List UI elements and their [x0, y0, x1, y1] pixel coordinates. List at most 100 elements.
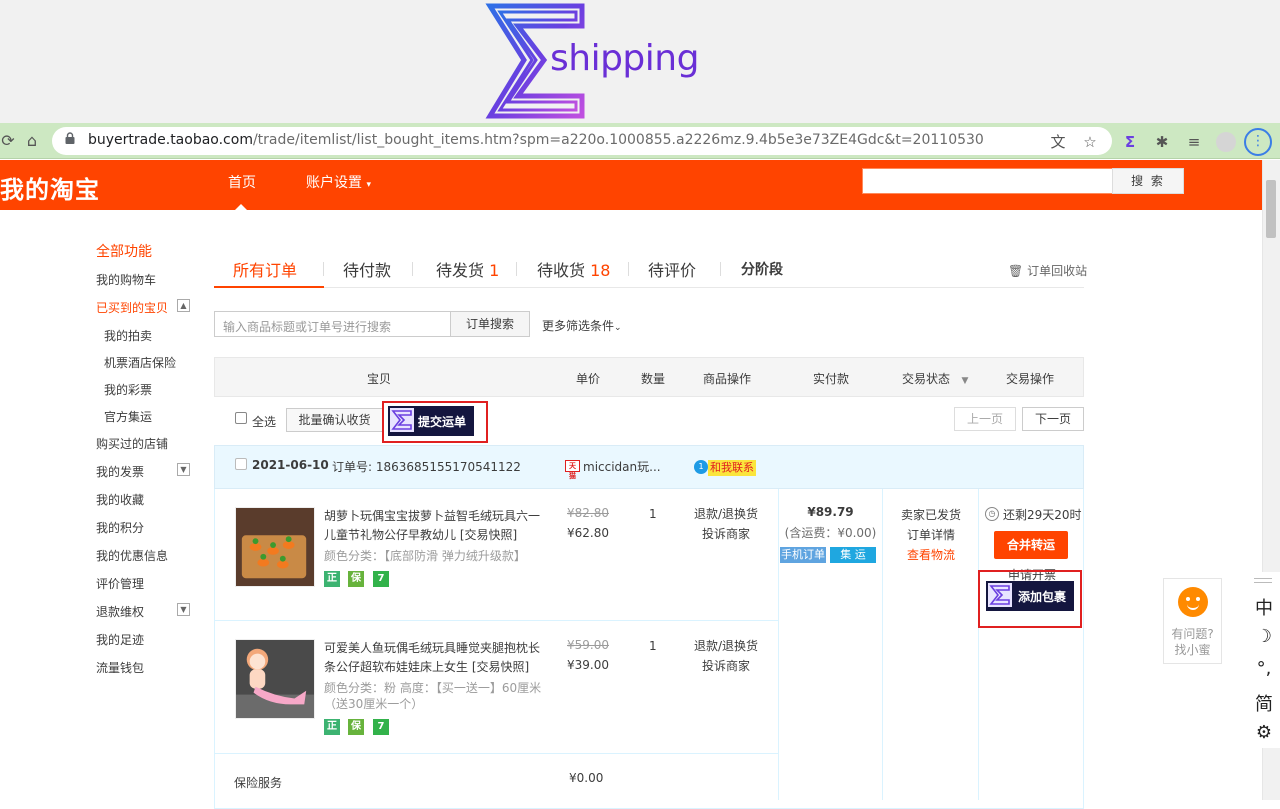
merge-forward-button[interactable]: 合并转运	[994, 531, 1068, 559]
col-item: 宝贝	[367, 372, 392, 386]
genuine-badge-icon[interactable]: 正	[324, 571, 340, 587]
seven-day-return-icon[interactable]: 7	[373, 571, 389, 587]
profile-avatar-icon[interactable]	[1216, 132, 1236, 152]
sidebar-item-footprints[interactable]: 我的足迹	[96, 631, 144, 648]
time-remaining: 还剩29天20时	[1003, 508, 1082, 522]
sidebar-item-invoices[interactable]: 我的发票	[96, 463, 144, 480]
sidebar-item-coupons[interactable]: 我的优惠信息	[96, 547, 168, 564]
translate-icon[interactable]: 文	[1048, 132, 1068, 152]
ime-chinese-mode-icon[interactable]: 中	[1248, 594, 1280, 620]
complain-link[interactable]: 投诉商家	[686, 524, 766, 544]
scrollbar-thumb[interactable]	[1266, 180, 1276, 238]
sidebar-item-refunds[interactable]: 退款维权	[96, 603, 144, 620]
sidebar-item-points[interactable]: 我的积分	[96, 519, 144, 536]
order-search-button[interactable]: 订单搜索	[450, 311, 530, 337]
order-detail-link[interactable]: 订单详情	[884, 526, 978, 543]
shop-name-link[interactable]: miccidan玩...	[583, 458, 661, 475]
help-line-1: 有问题?	[1171, 627, 1214, 641]
original-price: ¥82.80	[567, 506, 609, 520]
ime-grip[interactable]	[1254, 582, 1272, 583]
contact-seller-button[interactable]: 和我联系	[708, 460, 756, 476]
ime-half-width-icon[interactable]: ☽	[1248, 626, 1280, 647]
mobile-order-tag[interactable]: 手机订单	[780, 547, 826, 563]
tab-pending-shipment[interactable]: 待发货 1	[436, 257, 499, 281]
insurance-price: ¥0.00	[569, 771, 604, 785]
product-image-carrot-toy[interactable]	[235, 507, 315, 587]
url-text[interactable]: buyertrade.taobao.com/trade/itemlist/lis…	[88, 132, 984, 148]
assistant-avatar-icon[interactable]	[1178, 587, 1208, 617]
sidebar-item-cart[interactable]: 我的购物车	[96, 271, 156, 288]
extensions-puzzle-icon[interactable]: ✱	[1152, 132, 1172, 152]
collapse-arrow-icon[interactable]: ▲	[177, 299, 190, 312]
shipping-extension-icon[interactable]: Σ	[1120, 132, 1140, 152]
select-all-label[interactable]: 全选	[252, 413, 276, 430]
guarantee-badge-icon[interactable]: 保	[348, 719, 364, 735]
ime-settings-gear-icon[interactable]: ⚙	[1248, 722, 1280, 743]
refund-link[interactable]: 退款/退换货	[686, 636, 766, 656]
url-host: buyertrade.taobao.com	[88, 132, 253, 148]
help-text[interactable]: 有问题? 找小蜜	[1163, 626, 1222, 658]
chat-icon[interactable]: 1	[694, 460, 708, 474]
ime-grip[interactable]	[1254, 578, 1272, 579]
lock-icon[interactable]	[64, 132, 76, 144]
tab-pending-review[interactable]: 待评价	[648, 257, 696, 281]
sidebar-item-reviews[interactable]: 评价管理	[96, 575, 144, 592]
prev-page-button[interactable]: 上一页	[954, 407, 1016, 431]
order-total: ¥89.79	[807, 505, 854, 519]
browser-menu-icon[interactable]: ⋮	[1244, 128, 1272, 156]
complain-link[interactable]: 投诉商家	[686, 656, 766, 676]
tab-installment[interactable]: 分阶段	[741, 259, 783, 279]
bulk-confirm-receipt-button[interactable]: 批量确认收货	[286, 408, 383, 432]
product-title-link[interactable]: 胡萝卜玩偶宝宝拔萝卜益智毛绒玩具六一儿童节礼物公仔早教幼儿 [交易快照]	[324, 507, 546, 545]
site-search-button[interactable]: 搜 索	[1112, 168, 1184, 194]
page-title[interactable]: 我的淘宝	[0, 170, 100, 205]
genuine-badge-icon[interactable]: 正	[324, 719, 340, 735]
product-image-mermaid-toy[interactable]	[235, 639, 315, 719]
sidebar-item-auction[interactable]: 我的拍卖	[104, 327, 152, 344]
ime-simplified-icon[interactable]: 简	[1248, 690, 1280, 716]
expand-arrow-icon[interactable]: ▼	[177, 603, 190, 616]
tab-pending-payment[interactable]: 待付款	[343, 257, 391, 281]
original-price: ¥59.00	[567, 638, 609, 652]
ime-punctuation-icon[interactable]: °,	[1248, 658, 1280, 679]
sidebar-all-functions[interactable]: 全部功能	[96, 241, 152, 261]
refund-link[interactable]: 退款/退换货	[686, 504, 766, 524]
reload-icon[interactable]: ⟳	[0, 131, 18, 151]
nav-account-settings[interactable]: 账户设置 ▾	[306, 172, 371, 192]
view-logistics-link[interactable]: 查看物流	[884, 546, 978, 563]
home-icon[interactable]: ⌂	[22, 131, 42, 151]
trash-icon: 🗑	[1008, 264, 1024, 278]
select-all-checkbox[interactable]	[235, 412, 247, 424]
guarantee-badge-icon[interactable]: 保	[348, 571, 364, 587]
sidebar-item-data-wallet[interactable]: 流量钱包	[96, 659, 144, 676]
sidebar-item-lottery[interactable]: 我的彩票	[104, 381, 152, 398]
next-page-button[interactable]: 下一页	[1022, 407, 1084, 431]
more-filters-toggle[interactable]: 更多筛选条件⌄	[542, 317, 622, 334]
sidebar-item-shops[interactable]: 购买过的店铺	[96, 435, 168, 452]
add-package-button[interactable]: 添加包裹	[986, 581, 1074, 611]
sidebar-item-consolidated-shipping[interactable]: 官方集运	[104, 408, 152, 425]
col-status[interactable]: 交易状态 ▼	[902, 370, 968, 387]
submit-waybill-button[interactable]: 提交运单	[388, 406, 474, 436]
product-title-link[interactable]: 可爱美人鱼玩偶毛绒玩具睡觉夹腿抱枕长条公仔超软布娃娃床上女生 [交易快照]	[324, 639, 546, 677]
media-queue-icon[interactable]: ≡	[1184, 132, 1204, 152]
seven-day-return-icon[interactable]: 7	[373, 719, 389, 735]
order-date: 2021-06-10	[252, 458, 329, 472]
consolidated-shipping-tag[interactable]: 集 运	[830, 547, 876, 563]
order-search-input[interactable]: 输入商品标题或订单号进行搜索	[214, 311, 452, 337]
add-package-label: 添加包裹	[1018, 590, 1067, 604]
nav-home[interactable]: 首页	[228, 172, 256, 192]
sidebar-item-travel[interactable]: 机票酒店保险	[104, 354, 176, 371]
sigma-icon	[390, 408, 414, 432]
sidebar-item-bought[interactable]: 已买到的宝贝	[96, 299, 168, 316]
bookmark-star-icon[interactable]: ☆	[1080, 132, 1100, 152]
tab-all-orders[interactable]: 所有订单	[233, 257, 297, 281]
order-checkbox[interactable]	[235, 458, 247, 470]
tab-pending-receipt[interactable]: 待收货 18	[537, 257, 610, 281]
expand-arrow-icon[interactable]: ▼	[177, 463, 190, 476]
recycle-bin-link[interactable]: 🗑 订单回收站	[1008, 262, 1087, 279]
site-search-input[interactable]	[862, 168, 1114, 194]
help-line-2: 找小蜜	[1174, 643, 1211, 657]
sidebar-item-favorites[interactable]: 我的收藏	[96, 491, 144, 508]
col-status-label: 交易状态	[902, 372, 951, 386]
